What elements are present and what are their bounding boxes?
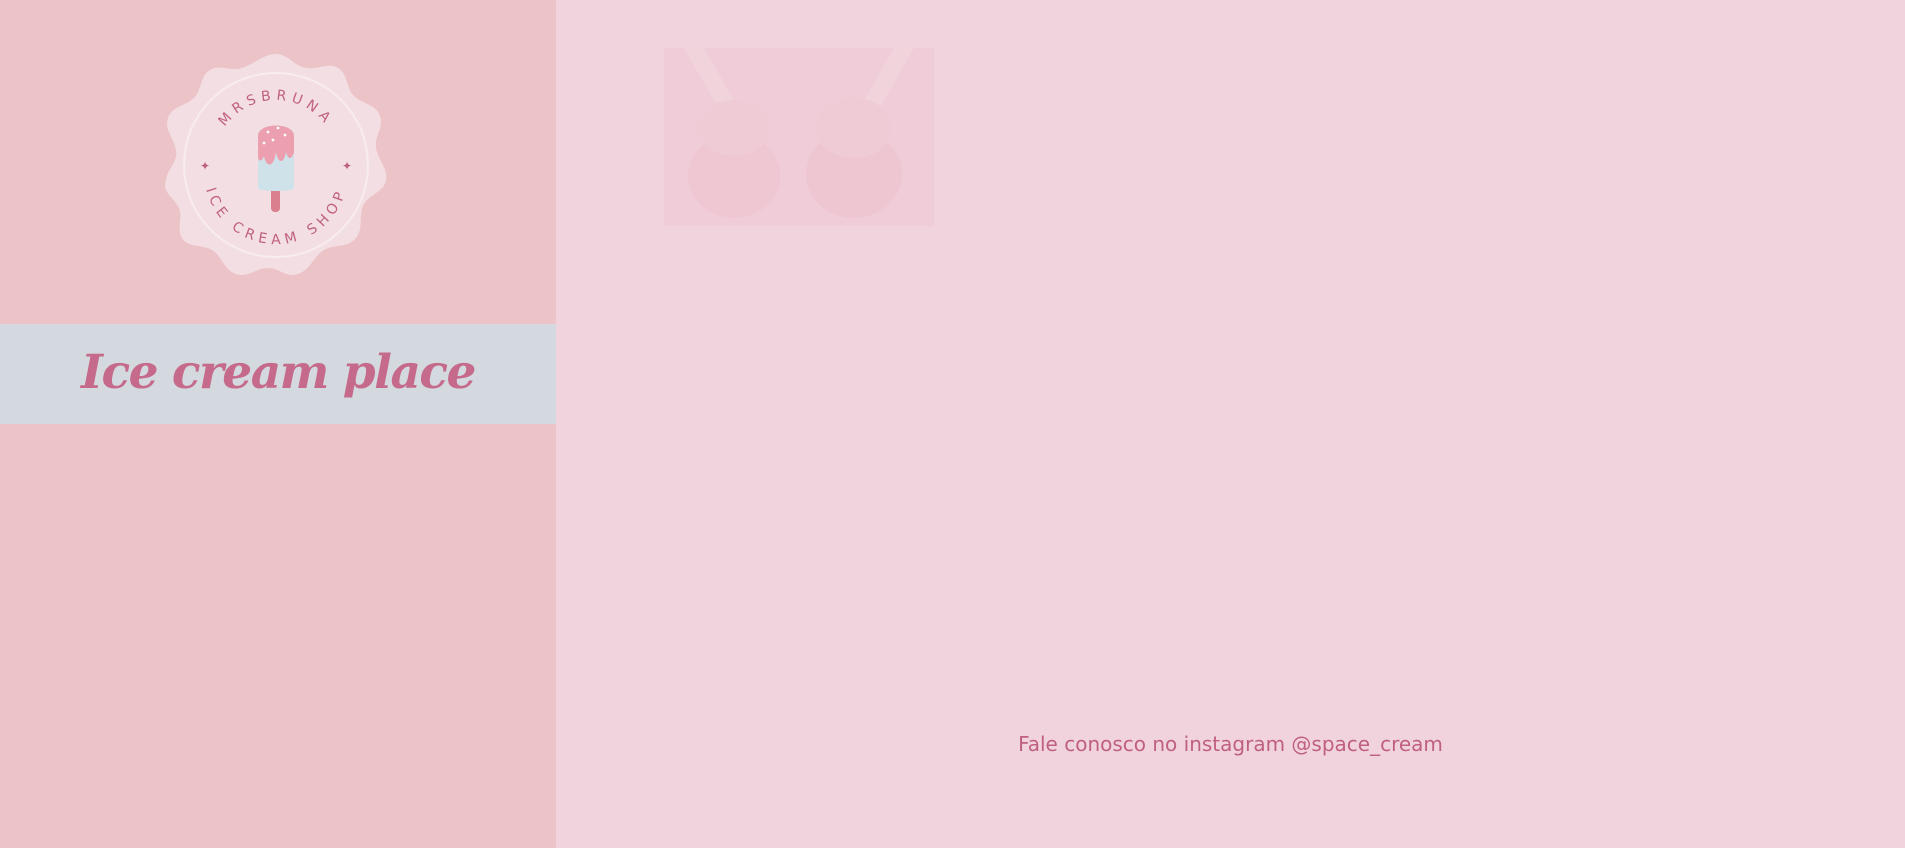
- sidebar: MRSBRUNA ICE CREAM SHOP ✦ ✦ Ice cream pl…: [0, 0, 556, 848]
- main-content: Fale conosco no instagram @space_cream: [556, 0, 1905, 848]
- svg-text:✦: ✦: [200, 159, 210, 173]
- svg-text:✦: ✦: [342, 159, 352, 173]
- shop-logo: MRSBRUNA ICE CREAM SHOP ✦ ✦: [164, 52, 388, 278]
- page-title: Ice cream place: [81, 344, 476, 400]
- title-band: Ice cream place: [0, 324, 556, 424]
- instagram-contact-text: Fale conosco no instagram @space_cream: [1018, 732, 1443, 756]
- ice-cream-photo: [664, 48, 934, 226]
- badge-icon: MRSBRUNA ICE CREAM SHOP ✦ ✦: [165, 54, 387, 275]
